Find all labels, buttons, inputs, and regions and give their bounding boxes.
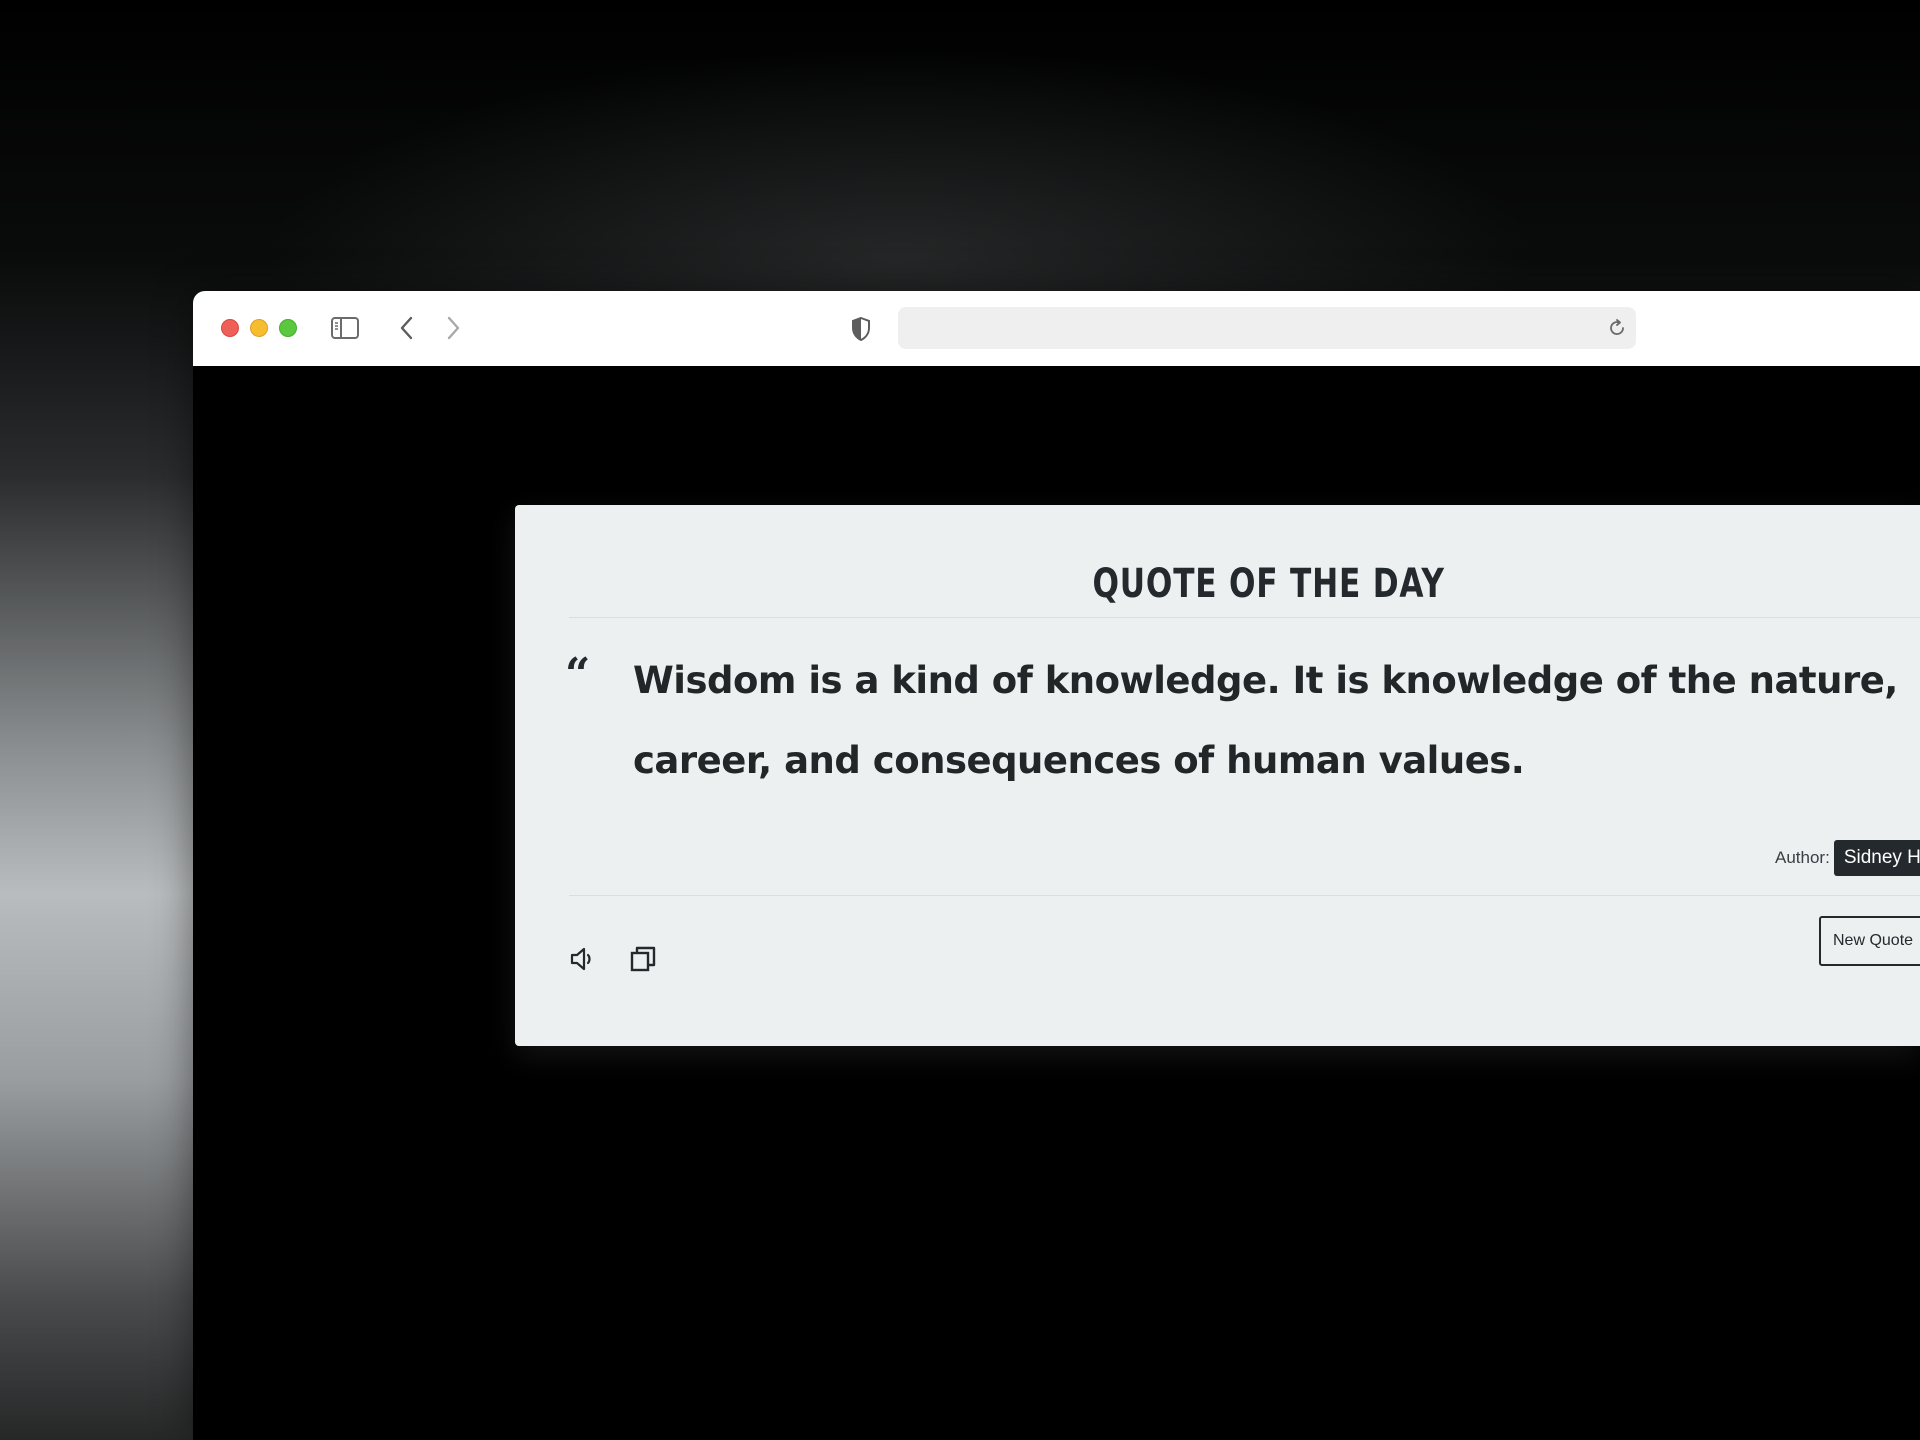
divider <box>569 895 1920 896</box>
shield-icon[interactable] <box>848 315 874 343</box>
browser-window: QUOTE OF THE DAY “ Wisdom is a kind of k… <box>193 291 1920 1440</box>
forward-chevron-icon[interactable] <box>441 313 465 343</box>
new-quote-button[interactable]: New Quote <box>1819 916 1920 966</box>
divider <box>569 617 1920 618</box>
quote-text: Wisdom is a kind of knowledge. It is kno… <box>633 659 1898 782</box>
author-name-badge: Sidney Hook <box>1833 840 1920 876</box>
author-row: Author: Sidney Hook <box>1775 840 1920 876</box>
close-window-button[interactable] <box>221 319 239 337</box>
speaker-icon[interactable] <box>565 941 601 977</box>
back-chevron-icon[interactable] <box>395 313 419 343</box>
browser-toolbar <box>193 291 1920 367</box>
quote-card: QUOTE OF THE DAY “ Wisdom is a kind of k… <box>515 505 1920 1046</box>
maximize-window-button[interactable] <box>279 319 297 337</box>
card-title: QUOTE OF THE DAY <box>1092 561 1445 607</box>
author-label: Author: <box>1775 848 1830 867</box>
page-content: QUOTE OF THE DAY “ Wisdom is a kind of k… <box>193 366 1920 1440</box>
address-bar[interactable] <box>898 307 1636 349</box>
copy-icon[interactable] <box>625 941 661 977</box>
reload-icon[interactable] <box>1606 317 1628 339</box>
minimize-window-button[interactable] <box>250 319 268 337</box>
quote-mark-icon: “ <box>565 649 591 700</box>
sidebar-toggle-icon[interactable] <box>329 313 361 343</box>
